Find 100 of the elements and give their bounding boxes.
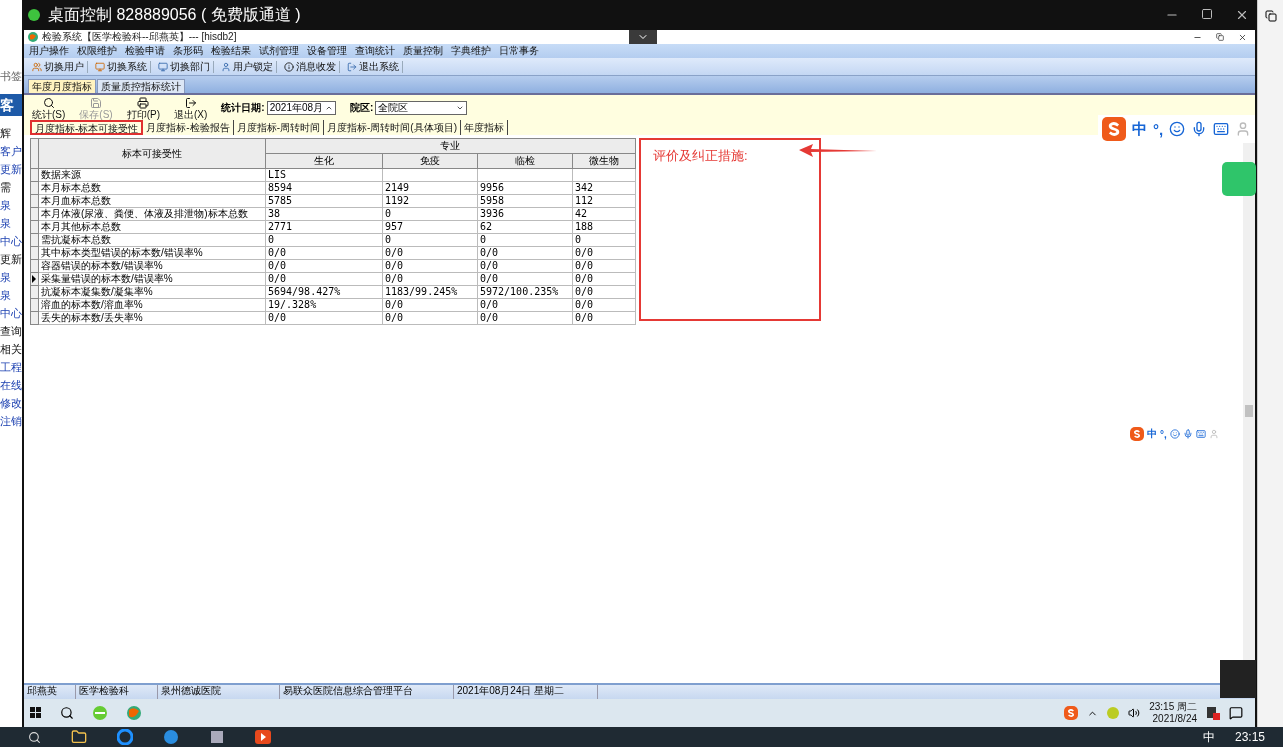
page-text: 更新 — [0, 253, 22, 266]
exit-icon — [184, 97, 197, 109]
notification-icon[interactable] — [1229, 706, 1243, 720]
menu-item[interactable]: 权限维护 — [77, 45, 117, 57]
monitor-icon — [158, 61, 168, 72]
punctuation-mode[interactable]: °, — [1160, 428, 1167, 440]
punctuation-mode[interactable]: °, — [1153, 120, 1164, 138]
users-icon — [32, 61, 42, 72]
folder-icon[interactable] — [71, 729, 87, 745]
table-cell: 容器错误的标本数/错误率% — [38, 259, 266, 273]
table-cell: 0/0 — [572, 272, 636, 286]
volume-icon[interactable] — [1128, 707, 1141, 719]
menu-item[interactable]: 检验申请 — [125, 45, 165, 57]
scroll-thumb[interactable] — [1245, 405, 1253, 417]
table-cell: 0/0 — [382, 272, 478, 286]
table-cell: 其中标本类型错误的标本数/错误率% — [38, 246, 266, 260]
menu-item[interactable]: 字典维护 — [451, 45, 491, 57]
menu-item[interactable]: 试剂管理 — [259, 45, 299, 57]
page-link[interactable]: 更新 — [0, 163, 22, 176]
table-cell: 0/0 — [572, 259, 636, 273]
page-link[interactable]: 注销 — [0, 415, 22, 428]
search-icon[interactable] — [60, 706, 74, 720]
emoji-icon[interactable] — [1169, 429, 1180, 439]
page-link[interactable]: 在线 — [0, 379, 22, 392]
restore-icon[interactable] — [1264, 10, 1277, 22]
page-link[interactable]: 客户 — [0, 145, 22, 158]
menu-item[interactable]: 设备管理 — [307, 45, 347, 57]
column-header: 标本可接受性 — [38, 138, 266, 169]
toolbar-button[interactable]: 切换部门 — [155, 60, 214, 73]
clock[interactable]: 23:15 — [1234, 730, 1265, 744]
page-text: 辉 — [0, 127, 12, 140]
menu-item[interactable]: 查询统计 — [355, 45, 395, 57]
table-cell: 溶血的标本数/溶血率% — [38, 298, 266, 312]
table-cell: 0/0 — [572, 246, 636, 260]
maximize-icon[interactable] — [1201, 8, 1213, 20]
table-cell: 0/0 — [477, 311, 573, 325]
toolbar-button[interactable]: 切换用户 — [29, 60, 88, 73]
table-cell: 0/0 — [572, 311, 636, 325]
browser-icon[interactable] — [163, 729, 179, 745]
page-link[interactable]: 泉 — [0, 271, 22, 284]
app-icon[interactable] — [209, 729, 225, 745]
table-cell: 0/0 — [477, 298, 573, 312]
page-link[interactable]: 泉 — [0, 217, 22, 230]
emoji-icon[interactable] — [1169, 121, 1186, 137]
keyboard-icon[interactable] — [1213, 121, 1230, 137]
toolbar-button[interactable]: 用户锁定 — [218, 60, 277, 73]
date-field[interactable]: 2021年08月 — [266, 100, 337, 115]
tab[interactable]: 年度月度指标 — [28, 79, 96, 93]
menu-item[interactable]: 条形码 — [173, 45, 203, 57]
app-logo-icon[interactable] — [126, 705, 142, 721]
search-icon[interactable] — [28, 730, 41, 744]
page-link[interactable]: 泉 — [0, 289, 22, 302]
close-icon[interactable] — [1235, 8, 1249, 22]
toolbar-button[interactable]: 切换系统 — [92, 60, 151, 73]
close-icon[interactable] — [1238, 32, 1247, 42]
table-cell: 342 — [572, 181, 636, 195]
ime-mode[interactable]: 中 — [1132, 119, 1147, 139]
ime-logo-icon[interactable] — [1064, 706, 1079, 720]
table-cell: 0 — [382, 233, 478, 247]
menu-item[interactable]: 检验结果 — [211, 45, 251, 57]
page-link[interactable]: 泉 — [0, 199, 22, 212]
page-link[interactable]: 中心 — [0, 235, 22, 248]
page-link[interactable]: 修改 — [0, 397, 22, 410]
page-link[interactable]: 工程 — [0, 361, 22, 374]
action-button[interactable]: 退出(X) — [174, 97, 208, 120]
subtab[interactable]: 月度指标-标本可接受性 — [30, 120, 144, 135]
windows-icon[interactable] — [30, 707, 42, 719]
page-text: 书签 — [0, 70, 22, 83]
table-cell: 1183/99.245% — [382, 285, 478, 299]
table-cell: 2149 — [382, 181, 478, 195]
toolbar-button[interactable]: 消息收发 — [281, 60, 340, 73]
table-cell: 8594 — [265, 181, 383, 195]
browser-icon[interactable] — [117, 729, 133, 745]
campus-label: 院区: — [350, 100, 374, 115]
ime-logo-icon[interactable] — [1102, 117, 1126, 141]
clock[interactable]: 23:15 周二 2021/8/24 — [1149, 701, 1197, 725]
tab[interactable]: 质量质控指标统计 — [97, 79, 185, 93]
page-link[interactable]: 中心 — [0, 307, 22, 320]
table-cell: 0/0 — [382, 246, 478, 260]
action-button[interactable]: 统计(S) — [32, 97, 66, 120]
menu-item[interactable]: 用户操作 — [29, 45, 69, 57]
table-cell: 需抗凝标本总数 — [38, 233, 266, 247]
table-cell: 本月其他标本总数 — [38, 220, 266, 234]
page-text: 相关 — [0, 343, 22, 356]
column-header: 专业 — [265, 138, 636, 154]
ime-logo-icon[interactable] — [1130, 427, 1144, 441]
campus-select[interactable]: 全院区 — [375, 100, 468, 115]
notes-title: 评价及纠正措施: — [653, 148, 748, 163]
ime-mode[interactable]: 中 — [1147, 427, 1157, 441]
menu-item[interactable]: 质量控制 — [403, 45, 443, 57]
ime-indicator[interactable]: 中 — [1202, 728, 1215, 746]
dropdown-tab[interactable] — [629, 30, 657, 44]
microphone-icon[interactable] — [1182, 429, 1193, 439]
menu-item[interactable]: 日常事务 — [499, 45, 539, 57]
notes-box[interactable]: 评价及纠正措施: — [639, 138, 821, 321]
keyboard-icon[interactable] — [1195, 429, 1206, 439]
video-icon[interactable] — [255, 729, 271, 745]
notes-icon[interactable] — [1206, 706, 1220, 720]
toolbar-button[interactable]: 退出系统 — [344, 60, 403, 73]
action-button[interactable]: 打印(P) — [126, 97, 160, 120]
